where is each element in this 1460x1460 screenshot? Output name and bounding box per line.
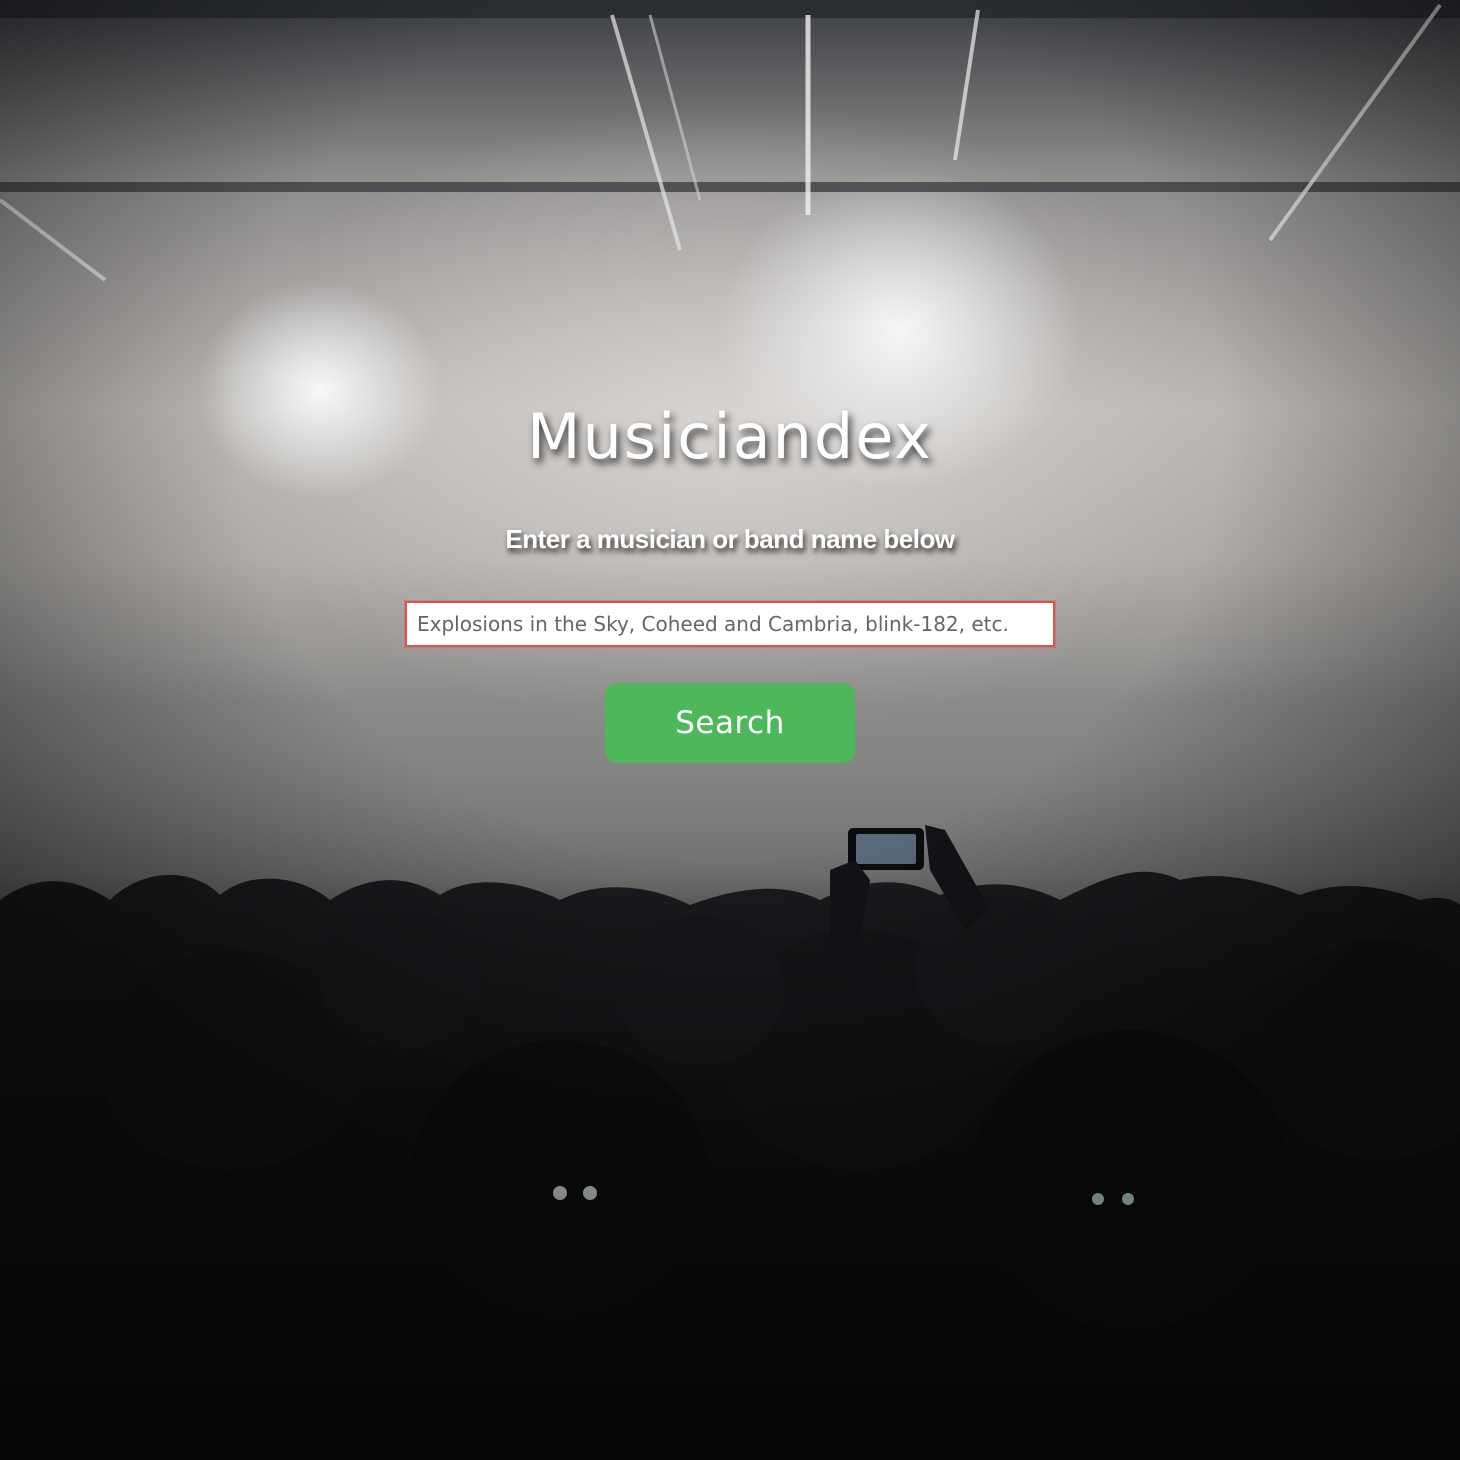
page: Musiciandex Enter a musician or band nam…: [0, 0, 1460, 1460]
page-title: Musiciandex: [526, 400, 934, 473]
hero-content: Musiciandex Enter a musician or band nam…: [0, 0, 1460, 1460]
search-button[interactable]: Search: [605, 683, 855, 763]
page-subtitle: Enter a musician or band name below: [505, 524, 955, 554]
search-input[interactable]: [405, 601, 1055, 647]
